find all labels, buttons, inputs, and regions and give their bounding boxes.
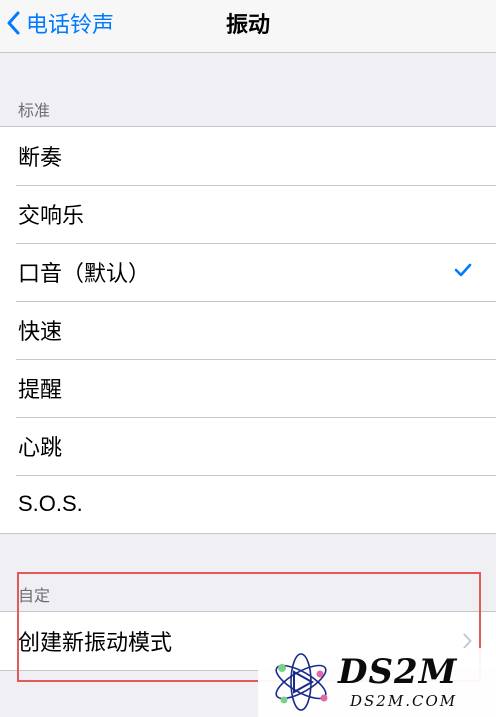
vibration-option-staccato[interactable]: 断奏 <box>0 127 496 185</box>
vibration-option-sos[interactable]: S.O.S. <box>0 475 496 533</box>
watermark-title: DS2M <box>338 652 458 692</box>
section-header-standard: 标准 <box>18 103 51 120</box>
chevron-right-icon <box>463 633 472 649</box>
vibration-option-heartbeat[interactable]: 心跳 <box>0 417 496 475</box>
watermark: DS2M DS2M.COM <box>258 648 496 717</box>
watermark-subtitle: DS2M.COM <box>350 692 458 710</box>
vibration-option-symphony[interactable]: 交响乐 <box>0 185 496 243</box>
chevron-left-icon <box>7 11 20 35</box>
option-label: 口音（默认） <box>18 261 151 286</box>
navigation-bar: 电话铃声 振动 <box>0 0 496 53</box>
back-button-label: 电话铃声 <box>26 12 115 37</box>
option-label: 提醒 <box>18 377 63 402</box>
option-label: 心跳 <box>18 435 63 460</box>
vibration-option-accent-default[interactable]: 口音（默认） <box>0 243 496 301</box>
option-label: 交响乐 <box>18 203 85 228</box>
back-button[interactable]: 电话铃声 <box>6 0 114 46</box>
vibration-option-rapid[interactable]: 快速 <box>0 301 496 359</box>
vibration-option-alert[interactable]: 提醒 <box>0 359 496 417</box>
option-label: 断奏 <box>18 145 63 170</box>
option-label: S.O.S. <box>18 491 83 516</box>
section-header-custom: 自定 <box>18 588 51 605</box>
atom-logo-icon <box>275 653 328 711</box>
option-label: 快速 <box>18 319 63 344</box>
checkmark-icon <box>454 263 472 277</box>
standard-vibrations-list: 断奏 交响乐 口音（默认） 快速 提醒 心跳 S.O.S. <box>0 126 496 534</box>
create-vibration-label: 创建新振动模式 <box>18 630 173 655</box>
